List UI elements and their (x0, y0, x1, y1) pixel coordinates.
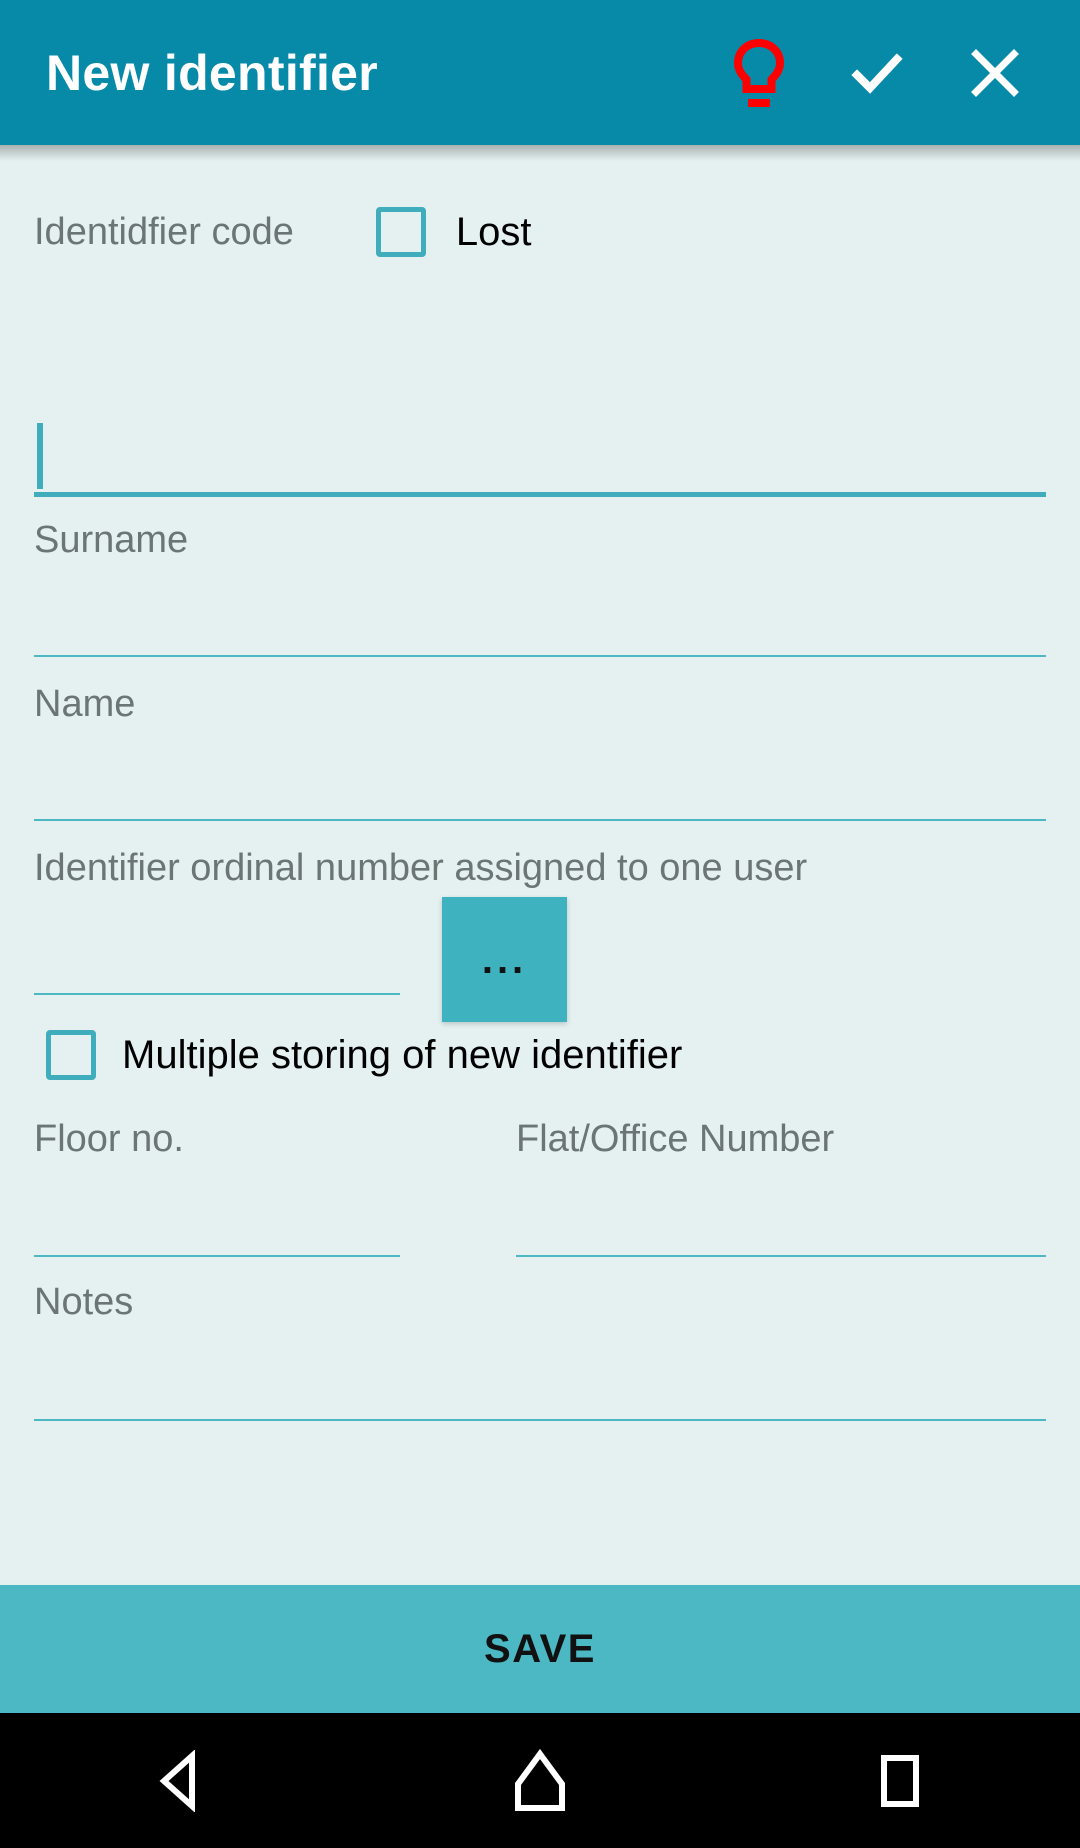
surname-underline (34, 655, 1046, 657)
flat-office-number-underline (516, 1255, 1046, 1257)
save-button-label: SAVE (484, 1626, 596, 1671)
flat-office-number-input[interactable] (516, 1185, 1046, 1257)
floor-no-underline (34, 1255, 400, 1257)
ordinal-number-underline (34, 993, 400, 995)
identifier-code-header-row: Identidfier code Lost (34, 145, 1046, 257)
recents-square-icon[interactable] (720, 1713, 1080, 1848)
name-label: Name (34, 683, 136, 725)
surname-label: Surname (34, 519, 189, 561)
identifier-code-underline (34, 492, 1046, 497)
notes-underline (34, 1419, 1046, 1421)
ordinal-number-label: Identifier ordinal number assigned to on… (34, 847, 808, 889)
identifier-code-label: Identidfier code (34, 211, 294, 253)
multiple-storing-checkbox-label: Multiple storing of new identifier (122, 1033, 683, 1077)
back-triangle-icon[interactable] (0, 1713, 360, 1848)
flat-office-number-label: Flat/Office Number (516, 1118, 835, 1160)
multiple-storing-checkbox[interactable] (46, 1030, 96, 1080)
toolbar-actions (728, 38, 1044, 108)
home-icon[interactable] (360, 1713, 720, 1848)
floor-no-label: Floor no. (34, 1118, 184, 1160)
lost-checkbox-label: Lost (455, 210, 532, 254)
ordinal-number-input[interactable] (34, 923, 400, 995)
check-icon[interactable] (846, 38, 908, 108)
new-identifier-screen: New identifier Identidfier code Lost Sur… (0, 0, 1080, 1848)
lost-checkbox[interactable] (375, 207, 426, 257)
form-body: Identidfier code Lost Surname Name Ident… (0, 145, 1080, 1585)
text-caret (37, 423, 43, 489)
close-icon[interactable] (964, 38, 1026, 108)
lightbulb-icon[interactable] (728, 38, 790, 108)
name-underline (34, 819, 1046, 821)
identifier-code-input[interactable] (34, 423, 1046, 497)
save-button[interactable]: SAVE (0, 1585, 1080, 1713)
toolbar: New identifier (0, 0, 1080, 145)
floor-no-input[interactable] (34, 1185, 400, 1257)
name-input[interactable] (34, 749, 1046, 821)
notes-input[interactable] (34, 1349, 1046, 1421)
multiple-storing-checkbox-row[interactable]: Multiple storing of new identifier (46, 1030, 682, 1080)
page-title: New identifier (46, 44, 379, 101)
surname-input[interactable] (34, 585, 1046, 657)
lost-checkbox-row[interactable]: Lost (375, 207, 532, 257)
notes-label: Notes (34, 1281, 134, 1323)
android-navigation-bar (0, 1713, 1080, 1848)
ordinal-number-picker-button[interactable]: ... (442, 897, 567, 1022)
ordinal-number-picker-button-label: ... (481, 937, 528, 982)
